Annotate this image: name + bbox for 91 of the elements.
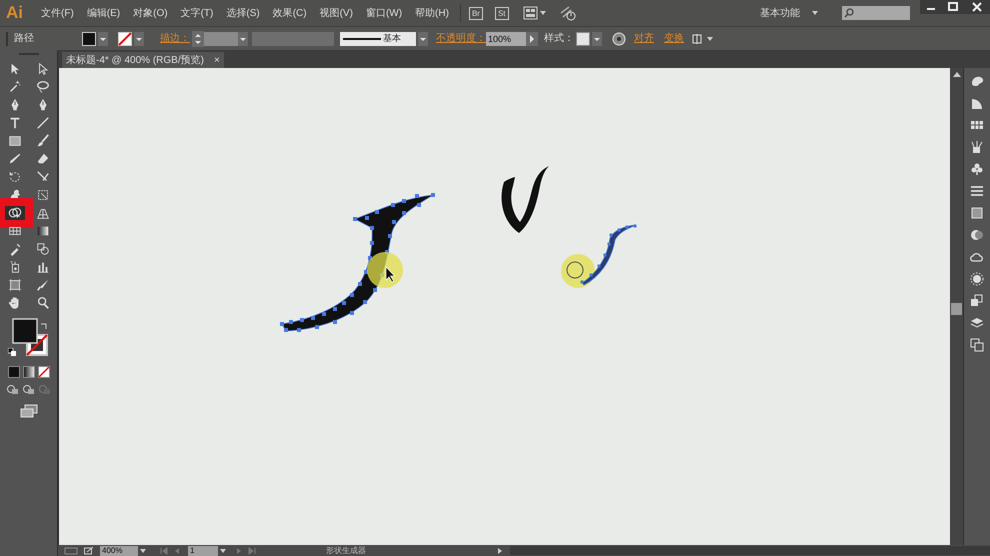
gradient-icon: [36, 224, 50, 238]
eyedropper-icon: [8, 242, 22, 256]
menu-item[interactable]: 帮助(H): [409, 6, 455, 20]
cloud-icon[interactable]: [970, 250, 984, 264]
perspective-grid-icon: [36, 206, 50, 220]
menu-item[interactable]: 选择(S): [220, 6, 266, 20]
free-transform-icon: [36, 188, 50, 202]
object-type-label: 路径: [14, 32, 35, 46]
screen-mode-icon[interactable]: [20, 404, 38, 418]
swap-icon[interactable]: [40, 322, 48, 330]
menu-item[interactable]: 文件(F): [35, 6, 80, 20]
dropdown-button[interactable]: [592, 32, 602, 46]
color-mode-button[interactable]: [8, 366, 20, 378]
fill-swatch[interactable]: [82, 32, 96, 46]
tab-title: 未标题-4* @ 400% (RGB/预览): [66, 54, 204, 68]
app-logo: Ai: [6, 2, 23, 24]
isolate-icon[interactable]: [692, 32, 714, 44]
bridge-button[interactable]: Br: [468, 6, 483, 20]
draw-behind-icon[interactable]: [22, 384, 36, 396]
default-colors-icon[interactable]: [8, 348, 16, 356]
eraser-icon: [36, 152, 50, 166]
style-label: 样式：: [544, 32, 575, 46]
shape-builder-icon: [8, 206, 22, 220]
horizontal-scrollbar[interactable]: [510, 546, 990, 555]
gradient-panel-icon[interactable]: [970, 206, 984, 220]
none-mode-button[interactable]: [38, 366, 50, 378]
cursor-highlight: [367, 252, 403, 288]
draw-normal-icon[interactable]: [6, 384, 20, 396]
brush-icon: [36, 134, 50, 148]
menu-item[interactable]: 文字(T): [174, 6, 220, 20]
brushes-icon[interactable]: [970, 140, 984, 154]
dropdown-button[interactable]: [98, 32, 108, 46]
tool-button[interactable]: [4, 206, 24, 220]
stroke-lines-icon[interactable]: [970, 184, 984, 198]
recolor-icon[interactable]: [612, 32, 626, 46]
transparency-icon[interactable]: [970, 228, 984, 242]
palette-icon[interactable]: [970, 74, 984, 88]
scrollbar[interactable]: [950, 68, 963, 545]
opacity-field[interactable]: 100%: [486, 32, 526, 46]
dropdown-button[interactable]: [134, 32, 144, 46]
stroke-weight-field[interactable]: [204, 32, 238, 46]
document-tab[interactable]: 未标题-4* @ 400% (RGB/预览) ×: [62, 52, 224, 68]
zoom-icon: [36, 296, 50, 310]
dropdown-button[interactable]: [238, 32, 248, 46]
expand-button[interactable]: [526, 32, 538, 46]
current-tool-label: 形状生成器: [325, 544, 367, 556]
search-field[interactable]: [842, 6, 910, 20]
menu-item[interactable]: 编辑(E): [80, 6, 126, 20]
club-icon[interactable]: [970, 162, 984, 176]
artboard-icon: [8, 278, 22, 292]
blend-icon: [36, 242, 50, 256]
glyph-shape-drawing: [502, 166, 549, 233]
style-swatch[interactable]: [576, 32, 590, 46]
tab-close-button[interactable]: ×: [214, 52, 220, 68]
wand-icon: [8, 80, 22, 94]
rectangle-icon: [8, 134, 22, 148]
page-field[interactable]: 1: [188, 546, 218, 556]
menu-item[interactable]: 窗口(W): [360, 6, 408, 20]
stroke-profile-dropdown[interactable]: 基本: [340, 32, 416, 46]
stroke-swatch[interactable]: [118, 32, 132, 46]
bar-chart-icon: [36, 260, 50, 274]
zoom-field[interactable]: 400%: [100, 546, 138, 556]
stroke-profile-label: 基本: [383, 32, 401, 45]
sun-icon[interactable]: [970, 272, 984, 286]
arrange-documents-icon[interactable]: [522, 6, 546, 20]
symbol-sprayer-icon: [8, 260, 22, 274]
menu-item[interactable]: 效果(C): [266, 6, 313, 20]
workspace-switcher[interactable]: 基本功能: [760, 6, 800, 20]
type-icon: [8, 116, 22, 130]
stock-button[interactable]: St: [494, 6, 508, 20]
mesh-icon: [8, 224, 22, 238]
menu-item[interactable]: 对象(O): [127, 6, 174, 20]
fill-color-swatch[interactable]: [12, 318, 38, 344]
artboards-icon[interactable]: [970, 338, 984, 352]
pointer-icon: [386, 266, 396, 282]
layers-icon[interactable]: [970, 316, 984, 330]
menu-item[interactable]: 视图(V): [314, 6, 359, 20]
artboard-nav-icon[interactable]: [64, 546, 78, 554]
rotate-icon: [8, 170, 22, 184]
line-icon: [36, 116, 50, 130]
share-icon[interactable]: [84, 546, 94, 555]
swatches-icon[interactable]: [970, 118, 984, 132]
pencil-icon: [8, 152, 22, 166]
pathfinder-icon[interactable]: [970, 294, 984, 308]
search-icon[interactable]: [844, 8, 854, 18]
hand-icon: [8, 296, 22, 310]
caret-icon[interactable]: [812, 11, 818, 15]
dropdown-button[interactable]: [418, 32, 428, 46]
gradient-mode-button[interactable]: [22, 366, 34, 378]
stroke-weight-stepper[interactable]: [192, 30, 204, 46]
lasso-icon: [36, 80, 50, 94]
